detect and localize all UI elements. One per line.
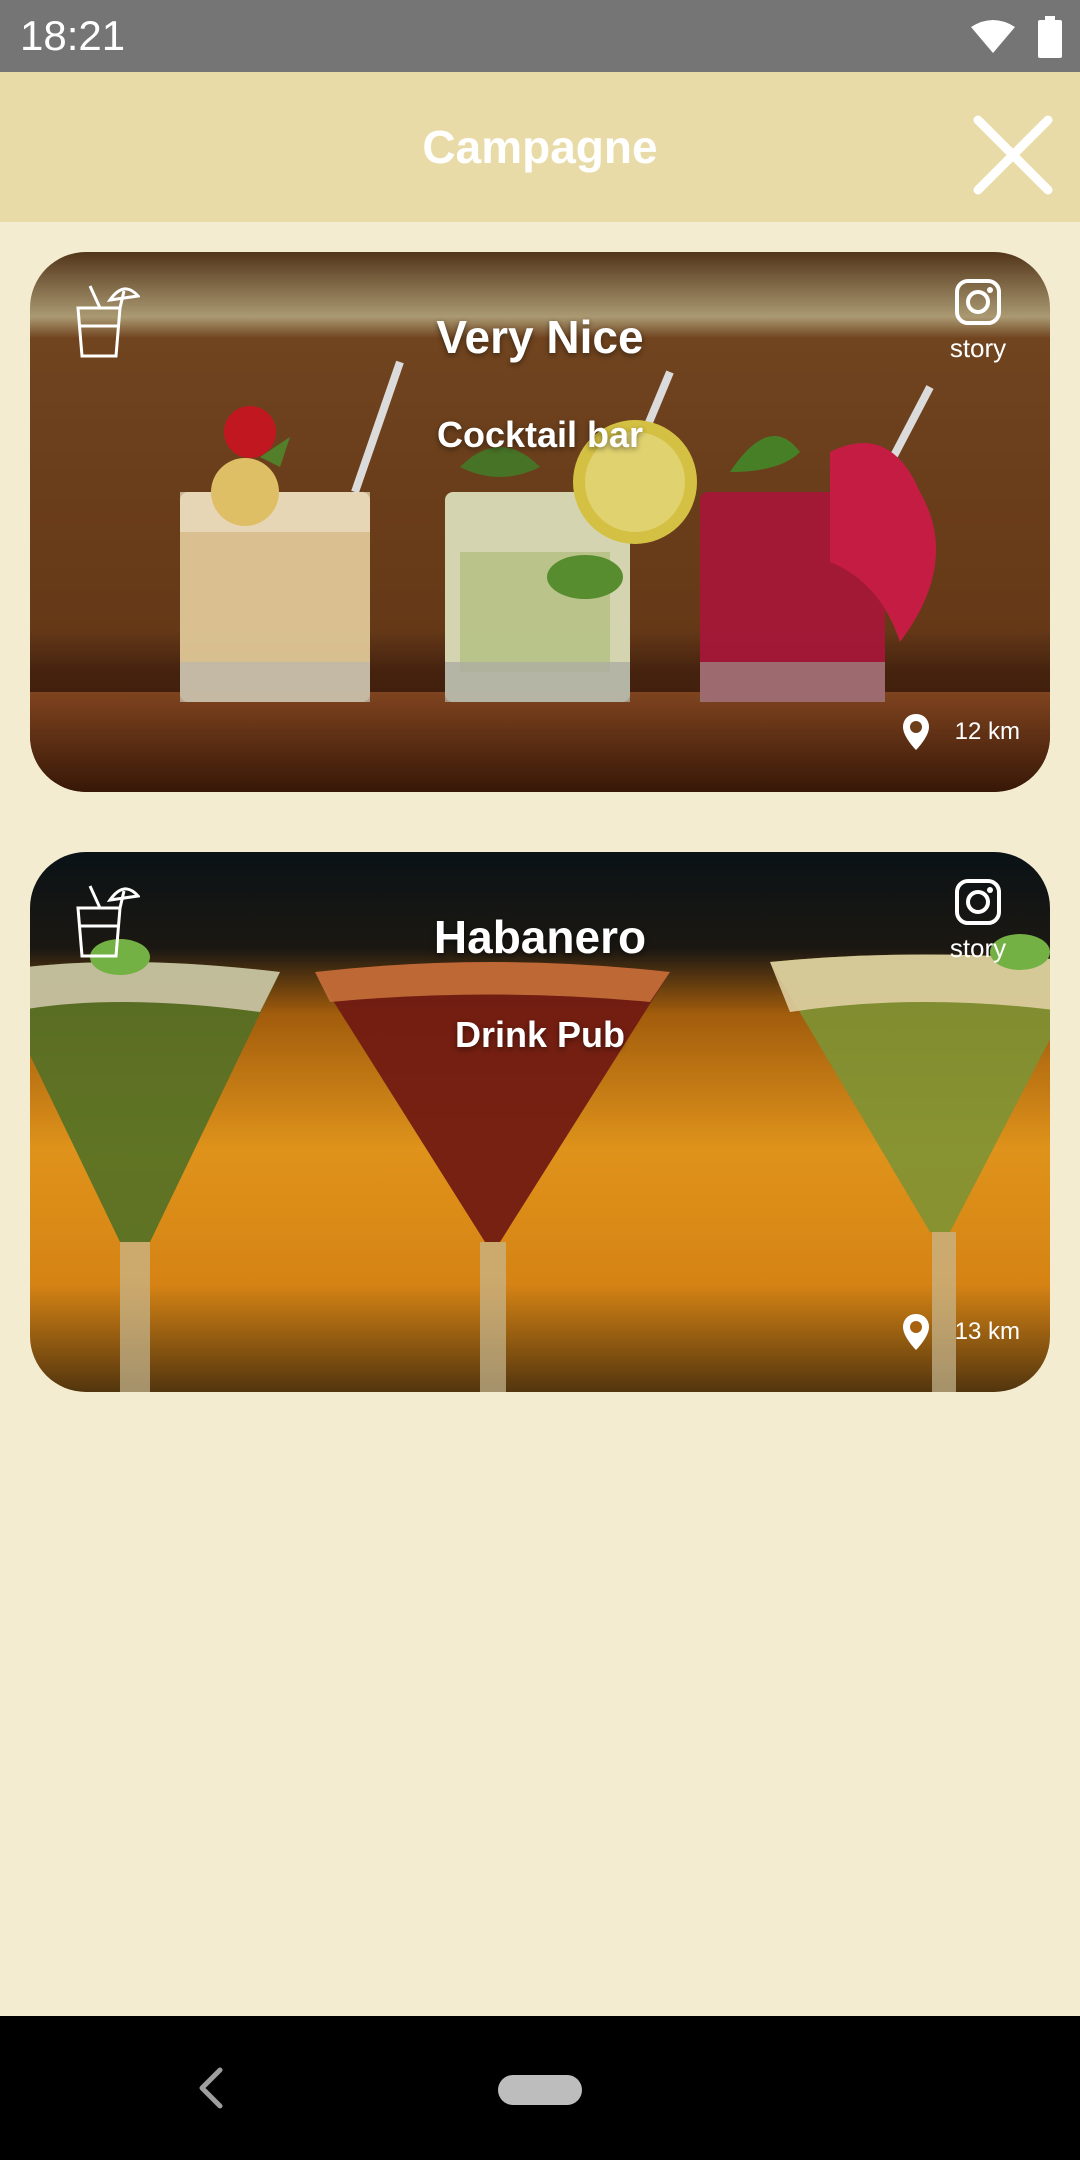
status-bar: 18:21 (0, 0, 1080, 72)
venue-card[interactable]: Very Nice Cocktail bar story 12 km (30, 252, 1050, 792)
instagram-icon (955, 279, 1001, 325)
status-icons (970, 14, 1062, 60)
back-icon[interactable] (190, 2062, 230, 2114)
story-button[interactable]: story (928, 878, 1028, 964)
distance-label: 13 km (954, 1318, 1020, 1345)
app-header: Campagne (0, 72, 1080, 222)
page-title: Campagne (422, 121, 658, 173)
instagram-icon (955, 879, 1001, 925)
venue-name: Habanero (433, 911, 647, 963)
distance: 13 km (901, 1312, 1020, 1352)
location-pin-icon (902, 1314, 929, 1350)
venue-type: Drink Pub (454, 1014, 625, 1055)
battery-icon (1038, 16, 1062, 58)
distance-label: 12 km (954, 718, 1020, 745)
wifi-icon (971, 20, 1015, 53)
story-button[interactable]: story (928, 278, 1028, 364)
venue-name: Very Nice (436, 311, 644, 363)
home-pill-icon[interactable] (498, 2075, 582, 2105)
story-label: story (949, 333, 1007, 363)
close-icon[interactable] (970, 112, 1056, 198)
venue-card[interactable]: Habanero Drink Pub story 13 km (30, 852, 1050, 1392)
status-time: 18:21 (20, 12, 126, 59)
location-pin-icon (902, 714, 929, 750)
distance: 12 km (901, 712, 1020, 752)
story-label: story (949, 933, 1007, 963)
venue-type: Cocktail bar (436, 414, 644, 455)
